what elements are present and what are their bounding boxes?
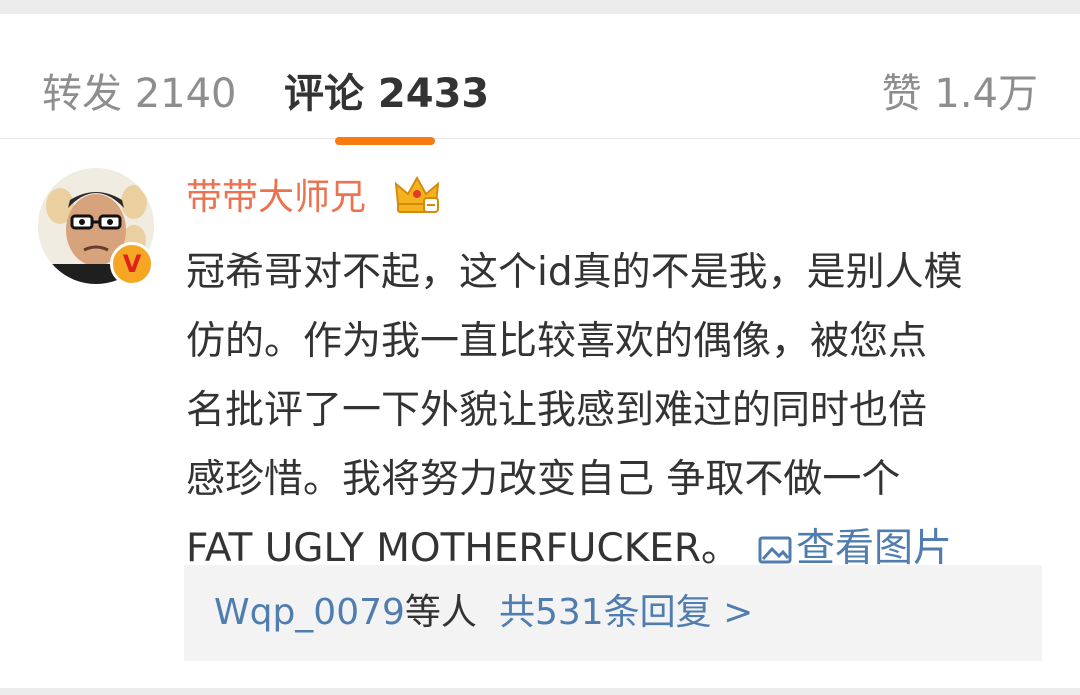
replies-summary: Wqp_0079等人 共531条回复 > [214,591,753,635]
comment-username[interactable]: 带带大师兄 [186,176,366,220]
top-divider-strip [0,0,1080,14]
reply-others-label: 等人 [404,592,477,633]
tab-bar: 转发 2140 评论 2433 赞 1.4万 [0,14,1080,145]
verified-v-icon: V [110,242,154,286]
crown-vip-icon [394,175,440,213]
reply-username[interactable]: Wqp_0079 [214,592,405,633]
comment-line: 冠希哥对不起，这个id真的不是我，是别人模 [186,250,963,295]
tab-repost[interactable]: 转发 2140 [42,72,237,116]
comment-line: 感珍惜。我将努力改变自己 争取不做一个 [186,457,901,502]
image-icon [758,536,792,564]
active-tab-indicator [335,137,435,145]
replies-box[interactable]: Wqp_0079等人 共531条回复 > [184,565,1042,661]
comment-line: 仿的。作为我一直比较喜欢的偶像，被您点 [186,319,928,364]
tab-likes[interactable]: 赞 1.4万 [882,72,1038,116]
bottom-divider-strip [0,688,1080,695]
reply-count-link[interactable]: 共531条回复 > [499,592,753,633]
comment-line: 名批评了一下外貌让我感到难过的同时也倍 [186,388,928,433]
comment-body: 冠希哥对不起，这个id真的不是我，是别人模 仿的。作为我一直比较喜欢的偶像，被您… [186,238,1056,583]
tab-comments[interactable]: 评论 2433 [284,72,489,116]
